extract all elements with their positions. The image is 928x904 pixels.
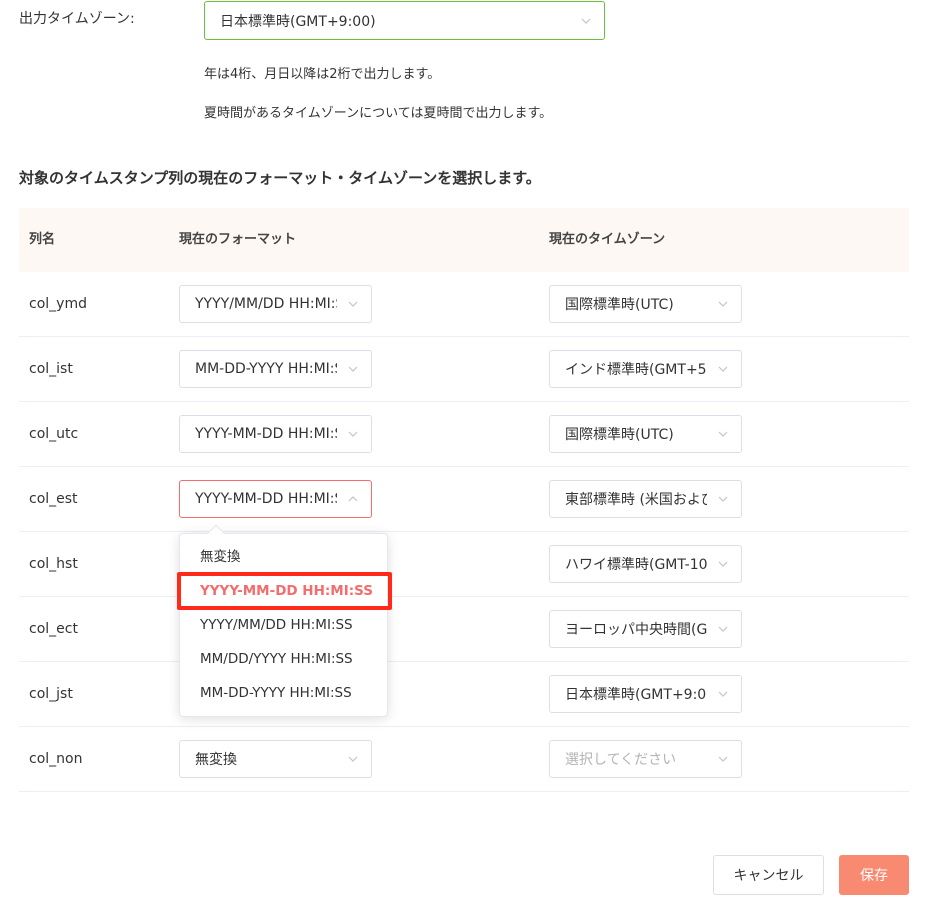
timezone-select[interactable]: ハワイ標準時(GMT-10:00) [549, 545, 742, 583]
table-row: col_hst ハワイ標準時(GMT-10:00) [19, 532, 909, 597]
table-row: col_utc YYYY-MM-DD HH:MI:SS 国際標準時(UTC) [19, 402, 909, 467]
format-select-value: YYYY-MM-DD HH:MI:SS [195, 491, 337, 507]
column-name: col_hst [29, 556, 78, 572]
timezone-select[interactable]: 国際標準時(UTC) [549, 285, 742, 323]
column-name: col_jst [29, 686, 73, 702]
timezone-select-value: ハワイ標準時(GMT-10:00) [565, 557, 707, 573]
timezone-select-value: インド標準時(GMT+5:30) [565, 362, 707, 378]
format-select-value: MM-DD-YYYY HH:MI:SS [195, 361, 337, 377]
header-column-name: 列名 [29, 232, 56, 247]
output-note-dst: 夏時間があるタイムゾーンについては夏時間で出力します。 [204, 106, 553, 121]
format-select-value: YYYY-MM-DD HH:MI:SS [195, 426, 337, 442]
timestamp-columns-table: 列名 現在のフォーマット 現在のタイムゾーン col_ymd YYYY/MM/D… [19, 208, 909, 792]
chevron-down-icon [717, 428, 729, 440]
chevron-down-icon [717, 558, 729, 570]
column-name: col_ist [29, 361, 73, 377]
timezone-select[interactable]: ヨーロッパ中央時間(GMT+1:00) [549, 610, 742, 648]
dropdown-option[interactable]: MM-DD-YYYY HH:MI:SS [180, 676, 387, 710]
chevron-down-icon [717, 688, 729, 700]
column-name: col_est [29, 491, 78, 507]
section-title: 対象のタイムスタンプ列の現在のフォーマット・タイムゾーンを選択します。 [19, 169, 541, 187]
chevron-down-icon [347, 363, 359, 375]
timezone-select-value: 日本標準時(GMT+9:00) [565, 687, 707, 703]
table-row: col_jst 日本標準時(GMT+9:00) [19, 662, 909, 727]
format-select[interactable]: MM-DD-YYYY HH:MI:SS [179, 350, 372, 388]
output-timezone-label: 出力タイムゾーン: [19, 11, 135, 27]
chevron-down-icon [347, 753, 359, 765]
header-current-timezone: 現在のタイムゾーン [549, 232, 666, 247]
column-name: col_non [29, 751, 83, 767]
cancel-button[interactable]: キャンセル [713, 855, 824, 895]
timezone-select-value: 東部標準時 (米国およびカナダ) [565, 492, 707, 508]
format-select-value: YYYY/MM/DD HH:MI:SS [195, 296, 337, 312]
timezone-select[interactable]: インド標準時(GMT+5:30) [549, 350, 742, 388]
chevron-down-icon [717, 298, 729, 310]
column-name: col_ymd [29, 296, 87, 312]
format-select[interactable]: YYYY-MM-DD HH:MI:SS [179, 415, 372, 453]
timezone-select[interactable]: 国際標準時(UTC) [549, 415, 742, 453]
output-note-digits: 年は4桁、月日以降は2桁で出力します。 [204, 67, 441, 82]
format-select[interactable]: YYYY/MM/DD HH:MI:SS [179, 285, 372, 323]
dropdown-option-selected[interactable]: YYYY-MM-DD HH:MI:SS [180, 574, 387, 608]
column-name: col_utc [29, 426, 79, 442]
timezone-select-placeholder: 選択してください [565, 752, 677, 768]
table-row: col_ist MM-DD-YYYY HH:MI:SS インド標準時(GMT+5… [19, 337, 909, 402]
dropdown-option[interactable]: 無変換 [180, 540, 387, 574]
chevron-down-icon [717, 753, 729, 765]
chevron-down-icon [717, 363, 729, 375]
table-row: col_est YYYY-MM-DD HH:MI:SS 東部標準時 (米国および… [19, 467, 909, 532]
chevron-down-icon [347, 428, 359, 440]
format-select[interactable]: 無変換 [179, 740, 372, 778]
table-header: 列名 現在のフォーマット 現在のタイムゾーン [19, 208, 909, 272]
timezone-select[interactable]: 日本標準時(GMT+9:00) [549, 675, 742, 713]
dropdown-option[interactable]: YYYY/MM/DD HH:MI:SS [180, 608, 387, 642]
save-button[interactable]: 保存 [839, 855, 909, 895]
dropdown-option[interactable]: MM/DD/YYYY HH:MI:SS [180, 642, 387, 676]
table-row: col_ymd YYYY/MM/DD HH:MI:SS 国際標準時(UTC) [19, 272, 909, 337]
table-row: col_non 無変換 選択してください [19, 727, 909, 792]
chevron-up-icon [347, 493, 359, 505]
timezone-select-value: ヨーロッパ中央時間(GMT+1:00) [565, 622, 707, 638]
timezone-select[interactable]: 東部標準時 (米国およびカナダ) [549, 480, 742, 518]
timezone-select[interactable]: 選択してください [549, 740, 742, 778]
timezone-select-value: 国際標準時(UTC) [565, 297, 674, 313]
format-dropdown-menu: 無変換 YYYY-MM-DD HH:MI:SS YYYY/MM/DD HH:MI… [179, 524, 388, 717]
chevron-down-icon [717, 493, 729, 505]
header-current-format: 現在のフォーマット [179, 232, 297, 247]
format-select[interactable]: YYYY-MM-DD HH:MI:SS [179, 480, 372, 518]
table-row: col_ect ヨーロッパ中央時間(GMT+1:00) [19, 597, 909, 662]
timezone-select-value: 国際標準時(UTC) [565, 427, 674, 443]
chevron-down-icon [347, 298, 359, 310]
output-timezone-select[interactable]: 日本標準時(GMT+9:00) [204, 1, 605, 40]
chevron-down-icon [580, 15, 592, 27]
output-timezone-value: 日本標準時(GMT+9:00) [220, 13, 376, 30]
column-name: col_ect [29, 621, 78, 637]
format-select-value: 無変換 [195, 752, 237, 768]
chevron-down-icon [717, 623, 729, 635]
